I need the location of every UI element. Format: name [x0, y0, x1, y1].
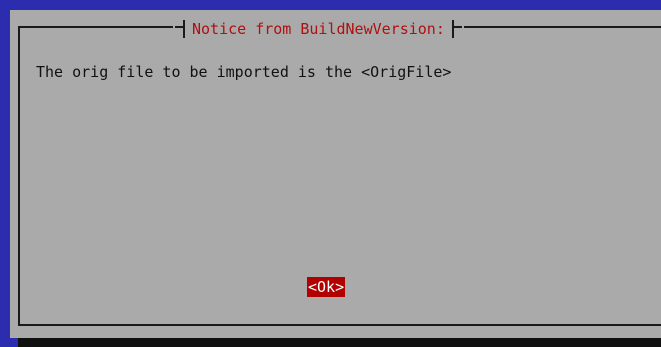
dialog-title-bar: Notice from BuildNewVersion: [173, 18, 464, 40]
ok-button[interactable]: <Ok> [307, 277, 346, 297]
terminal-screen: Notice from BuildNewVersion: The orig fi… [0, 0, 661, 347]
dialog-shadow [18, 338, 661, 347]
notice-dialog: Notice from BuildNewVersion: The orig fi… [10, 10, 661, 338]
title-right-tee [451, 18, 462, 40]
notice-message: The orig file to be imported is the <Ori… [36, 63, 452, 81]
title-left-tee [175, 18, 185, 40]
dialog-title: Notice from BuildNewVersion: [192, 20, 445, 38]
